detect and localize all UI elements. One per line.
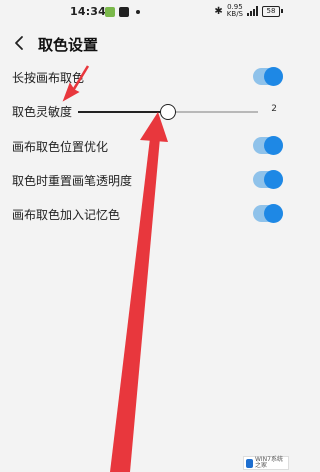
setting-label: 画布取色位置优化: [12, 140, 109, 154]
setting-row-reset-opacity[interactable]: 取色时重置画笔透明度: [0, 163, 291, 197]
bluetooth-icon: ✱: [214, 5, 223, 17]
setting-row-long-press-pick[interactable]: 长按画布取色: [0, 60, 291, 94]
reset-opacity-toggle[interactable]: [253, 170, 283, 189]
page-title: 取色设置: [38, 36, 99, 54]
setting-label: 长按画布取色: [12, 71, 85, 85]
setting-label: 画布取色加入记忆色: [12, 208, 121, 222]
signal-icon: [247, 6, 258, 16]
status-time: 14:34: [70, 5, 107, 18]
app-notification-icon: [105, 7, 115, 17]
long-press-pick-toggle[interactable]: [253, 67, 283, 86]
watermark: WIN7系统之家: [243, 456, 289, 470]
battery-icon: 58: [262, 5, 283, 17]
setting-row-memory-color[interactable]: 画布取色加入记忆色: [0, 197, 291, 231]
header: 取色设置: [0, 26, 291, 62]
status-right: ✱ 0.95 KB/S 58: [214, 4, 283, 18]
watermark-logo-icon: [246, 458, 253, 468]
back-arrow-icon[interactable]: [12, 35, 28, 51]
setting-label: 取色时重置画笔透明度: [12, 174, 133, 188]
position-optimize-toggle[interactable]: [253, 136, 283, 155]
dot-notification-icon: [136, 10, 140, 14]
watermark-text: WIN7系统之家: [254, 456, 283, 469]
battery-level: 58: [262, 5, 280, 17]
slider-thumb[interactable]: [160, 104, 176, 120]
net-speed: 0.95 KB/S: [227, 4, 243, 18]
memory-color-toggle[interactable]: [253, 204, 283, 223]
net-speed-unit: KB/S: [226, 10, 243, 18]
tiktok-notification-icon: [119, 7, 129, 17]
status-bar: 14:34 ✱ 0.95 KB/S 58: [0, 0, 291, 26]
sensitivity-slider[interactable]: [78, 104, 258, 120]
setting-row-sensitivity: 取色灵敏度 2: [0, 94, 291, 128]
setting-label: 取色灵敏度: [12, 105, 73, 119]
slider-value: 2: [271, 104, 277, 114]
setting-row-position-optimize[interactable]: 画布取色位置优化: [0, 129, 291, 163]
slider-fill: [78, 111, 168, 113]
